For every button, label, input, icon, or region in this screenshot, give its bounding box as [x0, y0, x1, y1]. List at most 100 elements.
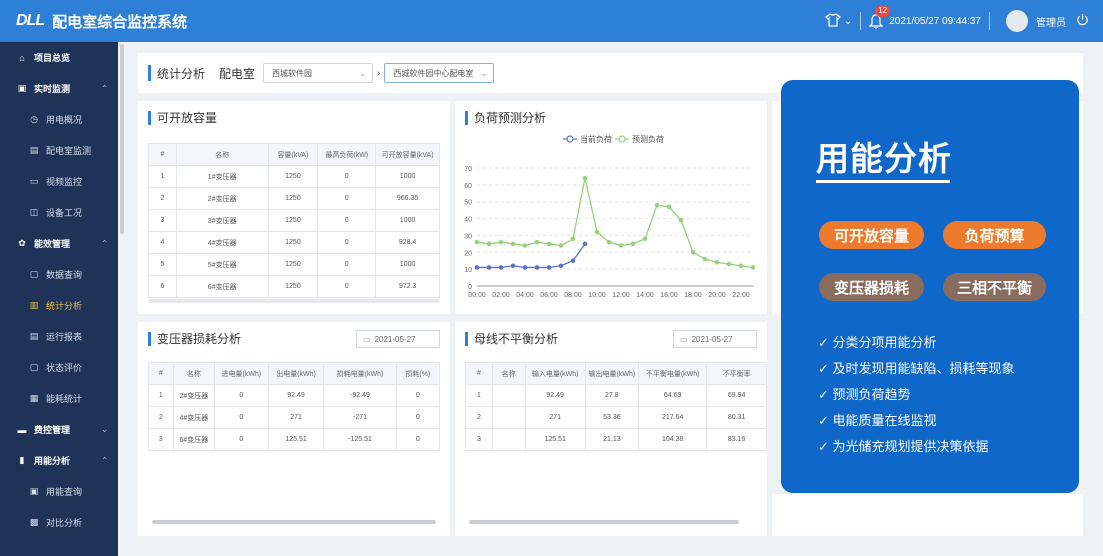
sidebar-item-label: 对比分析: [46, 518, 83, 528]
sidebar-item-1[interactable]: ▣ 实时监测 ⌃: [0, 73, 118, 104]
table-row[interactable]: 6 6#变压器 1250 0 972.3: [148, 275, 440, 298]
table-row[interactable]: 3 6#变压器 0 125.51 -125.51 0: [148, 428, 441, 451]
data-point: [630, 241, 636, 247]
column-header: 最高负荷(kW): [317, 143, 377, 166]
park-select[interactable]: 西城软件园 ⌄: [263, 63, 374, 83]
sidebar-item-9[interactable]: ▤ 运行报表: [0, 321, 118, 352]
sidebar-scrollbar[interactable]: [120, 44, 124, 234]
gear-icon: ✿: [18, 238, 26, 248]
sidebar-item-12[interactable]: ▬ 费控管理 ⌄: [0, 414, 118, 445]
table-cell: 0: [317, 187, 377, 210]
sidebar-item-11[interactable]: ▦ 能耗统计: [0, 383, 118, 414]
data-point: [738, 263, 744, 269]
data-point: [642, 236, 648, 242]
user-name[interactable]: 管理员: [1036, 14, 1066, 29]
sidebar-item-14[interactable]: ▣ 用能查询: [0, 476, 118, 507]
top-bar: DLL 配电室综合监控系统 ⌄ 12 2021/05/27 09:44:37 管…: [0, 0, 1103, 42]
imbalance-hscroll[interactable]: [469, 520, 739, 524]
sidebar-item-label: 设备工况: [46, 208, 83, 218]
data-point: [510, 241, 516, 247]
sidebar-item-10[interactable]: ▢ 状态评价: [0, 352, 118, 383]
table-row[interactable]: 2 271 53.36 217.64 80.31: [465, 406, 767, 429]
chevron-down-icon[interactable]: ⌄: [844, 16, 852, 27]
avatar[interactable]: [1006, 10, 1028, 32]
promo-title: 用能分析: [816, 140, 952, 177]
stats-icon: ▦: [29, 393, 39, 403]
data-point: [570, 258, 576, 264]
table-row[interactable]: 3 125.51 21.13 104.38 83.16: [465, 428, 767, 451]
sidebar-item-8[interactable]: ▥ 统计分析: [0, 290, 118, 321]
sidebar-item-7[interactable]: ▢ 数据查询: [0, 259, 118, 290]
sidebar-item-6[interactable]: ✿ 能效管理 ⌃: [0, 228, 118, 259]
sidebar-item-3[interactable]: ▤ 配电室监测: [0, 135, 118, 166]
sidebar-item-2[interactable]: ◷ 用电概况: [0, 104, 118, 135]
capacity-panel: 可开放容量 # 名称 容量(kVA) 最高负荷(kW) 可开放容量(kVA) 1 1#变压器…: [138, 101, 450, 314]
bell-icon[interactable]: 12: [868, 5, 891, 29]
theme-icon[interactable]: [824, 12, 841, 30]
table-row[interactable]: 2 2#变压器 1250 0 966.35: [148, 187, 440, 210]
table-cell: 2#变压器: [175, 187, 269, 210]
legend-label: 当前负荷: [580, 134, 612, 144]
x-tick-label: 08:00: [564, 292, 582, 299]
loss-date-picker[interactable]: ▭ 2021-05-27: [356, 330, 440, 348]
capacity-hscroll[interactable]: [148, 299, 440, 303]
table-cell: 271: [267, 406, 325, 429]
table-row[interactable]: 1 92.49 27.8 64.69 69.94: [465, 384, 767, 407]
sidebar-item-4[interactable]: ▭ 视频监控: [0, 166, 118, 197]
sidebar-item-5[interactable]: ◫ 设备工况: [0, 197, 118, 228]
room-select[interactable]: 西城软件园中心配电室 ⌄: [384, 63, 495, 83]
report-icon: ▤: [29, 331, 39, 341]
calendar-icon: ▭: [680, 334, 688, 344]
data-point: [534, 239, 540, 245]
table-row[interactable]: 3 3#变压器 1250 0 1000: [148, 209, 440, 232]
table-row[interactable]: 2 4#变压器 0 271 -271 0: [148, 406, 441, 429]
table-cell: [491, 384, 526, 407]
table-cell: 972.3: [375, 275, 440, 298]
table-cell: 1250: [267, 275, 319, 298]
table-header-row: # 名称 容量(kVA) 最高负荷(kW) 可开放容量(kVA): [148, 143, 440, 166]
column-header: #: [148, 362, 174, 385]
capacity-title: 可开放容量: [148, 109, 217, 126]
table-cell: 1250: [267, 253, 319, 276]
sidebar-item-label: 配电室监测: [46, 146, 92, 156]
table-cell: 0: [317, 231, 377, 254]
query-icon: ▣: [29, 486, 39, 496]
table-cell: 5#变压器: [175, 253, 269, 276]
table-cell: 2: [148, 187, 177, 210]
table-cell: 966.35: [375, 187, 440, 210]
series-line-0: [477, 243, 586, 269]
capacity-title-text: 可开放容量: [157, 111, 218, 125]
x-tick-label: 16:00: [660, 292, 678, 299]
pill-load-budget: 负荷预算: [943, 221, 1046, 249]
column-header: 名称: [172, 362, 216, 385]
video-icon: ▭: [29, 176, 39, 186]
feature-item: ✓ 预测负荷趋势: [818, 387, 911, 402]
table-cell: -92.49: [323, 384, 397, 407]
sidebar-item-13[interactable]: ▮ 用能分析 ⌃: [0, 445, 118, 476]
data-point: [582, 175, 588, 181]
chevron-up-icon: ⌃: [101, 456, 108, 465]
sidebar-item-15[interactable]: ▩ 对比分析: [0, 507, 118, 538]
table-row[interactable]: 1 1#变压器 1250 0 1000: [148, 165, 440, 188]
series-line-1: [476, 177, 754, 269]
loss-hscroll[interactable]: [152, 520, 436, 524]
sidebar-item-label: 能效管理: [34, 239, 71, 249]
loss-title-text: 变压器损耗分析: [157, 332, 242, 346]
data-point: [570, 236, 576, 242]
table-cell: 2: [465, 406, 493, 429]
y-tick-label: 30: [464, 233, 472, 240]
data-point: [558, 263, 564, 269]
y-tick-label: 60: [464, 183, 472, 190]
power-icon[interactable]: [1076, 13, 1089, 29]
table-cell: 3: [148, 209, 177, 232]
table-cell: 5: [148, 253, 177, 276]
data-point: [522, 265, 528, 270]
y-tick-label: 20: [464, 250, 472, 257]
sidebar-item-0[interactable]: ⌂ 项目总览: [0, 42, 118, 73]
table-row[interactable]: 1 2#变压器 0 92.49 -92.49 0: [148, 384, 441, 407]
imbalance-date-picker[interactable]: ▭ 2021-05-27: [673, 330, 757, 348]
table-row[interactable]: 5 5#变压器 1250 0 1000: [148, 253, 440, 276]
table-cell: 0: [317, 275, 377, 298]
table-row[interactable]: 4 4#变压器 1250 0 928.4: [148, 231, 440, 254]
column-header: 不平衡率: [706, 362, 767, 385]
